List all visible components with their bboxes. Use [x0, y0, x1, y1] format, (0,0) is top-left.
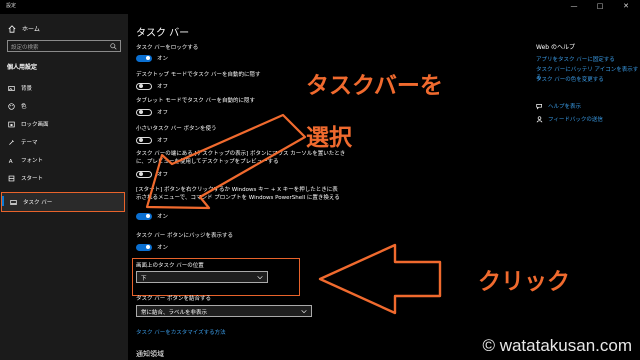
sidebar-item-label: テーマ	[21, 140, 38, 146]
toggle-switch[interactable]	[136, 136, 152, 144]
sidebar-item-font[interactable]: A フォント	[0, 152, 128, 168]
annotation-click: クリック	[478, 269, 570, 295]
toggle-state: オン	[157, 56, 169, 62]
palette-icon	[8, 102, 15, 110]
sidebar-item-lock-screen[interactable]: ロック画面	[0, 116, 128, 132]
sidebar-item-background[interactable]: 背景	[0, 80, 128, 96]
lock-screen-icon	[8, 121, 15, 127]
feedback-person-icon	[536, 115, 543, 122]
sidebar-item-taskbar[interactable]: タスク バー	[1, 192, 125, 212]
sidebar-item-theme[interactable]: テーマ	[0, 134, 128, 150]
toggle-state: オフ	[157, 84, 169, 90]
feedback-label: フィードバックの送信	[548, 117, 603, 123]
setting-label-line: [スタート] ボタンを右クリックするか Windows キー + X キーを押し…	[136, 187, 338, 193]
badges-toggle[interactable]: オン	[136, 243, 168, 251]
customize-link[interactable]: タスク バーをカスタマイズする方法	[136, 328, 226, 336]
sidebar-item-label: フォント	[21, 158, 44, 164]
page-title: タスク バー	[136, 28, 190, 39]
toggle-state: オフ	[157, 172, 169, 178]
toggle-switch[interactable]	[136, 82, 152, 90]
position-value: 下	[141, 276, 147, 282]
feedback-link[interactable]: フィードバックの送信	[536, 115, 603, 123]
sidebar: ホーム 設定の検索 個人用設定 背景 色 ロック画面 テーマ A フォント スタ…	[0, 14, 128, 360]
app-title: 設定	[6, 3, 17, 9]
toggle-switch[interactable]	[136, 108, 152, 116]
setting-label: [スタート] ボタンを右クリックするか Windows キー + X キーを押し…	[136, 186, 340, 202]
toggle-switch[interactable]	[136, 243, 152, 251]
toggle-state: オン	[157, 245, 169, 251]
setting-label: タスク バーをロックする	[136, 45, 199, 51]
help-link[interactable]: アプリをタスク バーに固定する	[536, 55, 615, 63]
toggle-state: オフ	[157, 138, 169, 144]
taskbar-icon	[10, 199, 17, 205]
toggle-switch[interactable]	[136, 170, 152, 178]
search-icon	[110, 43, 117, 50]
setting-label: タスク バー ボタンにバッジを表示する	[136, 233, 233, 239]
toggle-switch[interactable]	[136, 212, 152, 220]
help-link[interactable]: タスク バーの色を変更する	[536, 75, 604, 83]
home-label: ホーム	[22, 26, 40, 33]
setting-label-line: 示されるメニューで、コマンド プロンプトを Windows PowerShell…	[136, 195, 340, 201]
sidebar-item-label: スタート	[21, 176, 44, 182]
home-nav[interactable]: ホーム	[8, 24, 40, 33]
annotation-select: 選択	[306, 125, 352, 151]
watermark: © watatakusan.com	[482, 336, 632, 355]
peek-toggle[interactable]: オフ	[136, 170, 168, 178]
get-help-label: ヘルプを表示	[548, 104, 582, 110]
picture-icon	[8, 85, 15, 91]
setting-label: 小さいタスク バー ボタンを使う	[136, 126, 217, 132]
small-buttons-toggle[interactable]: オフ	[136, 136, 168, 144]
theme-brush-icon	[9, 139, 14, 145]
powershell-toggle[interactable]: オン	[136, 212, 168, 220]
search-input[interactable]: 設定の検索	[7, 40, 121, 52]
setting-label-line: に、プレビューを使用してデスクトップをプレビューする	[136, 159, 279, 165]
close-button[interactable]: ✕	[618, 1, 634, 11]
window-controls: — □ ✕	[566, 1, 634, 11]
maximize-button[interactable]: □	[592, 1, 608, 11]
autohide-desktop-toggle[interactable]: オフ	[136, 82, 168, 90]
notification-area-heading: 通知領域	[136, 350, 164, 358]
sidebar-item-label: 背景	[21, 86, 33, 92]
setting-label: タスク バーの端にある [デスクトップの表示] ボタンにマウス カーソルを置いた…	[136, 150, 345, 166]
combine-label: タスク バー ボタンを結合する	[136, 296, 211, 302]
position-dropdown[interactable]: 下	[136, 271, 268, 283]
setting-label: タブレット モードでタスク バーを自動的に隠す	[136, 98, 255, 104]
sidebar-item-label: タスク バー	[23, 200, 53, 206]
get-help-link[interactable]: ヘルプを表示	[536, 102, 581, 110]
home-icon	[8, 24, 16, 33]
lock-taskbar-toggle[interactable]: オン	[136, 54, 168, 62]
combine-dropdown[interactable]: 常に結合、ラベルを非表示	[136, 305, 312, 317]
sidebar-item-label: ロック画面	[21, 122, 49, 128]
search-placeholder: 設定の検索	[11, 45, 39, 51]
chevron-down-icon	[301, 310, 307, 314]
section-title: 個人用設定	[7, 64, 38, 71]
setting-label: デスクトップ モードでタスク バーを自動的に隠す	[136, 72, 261, 78]
toggle-switch[interactable]	[136, 54, 152, 62]
chat-help-icon	[536, 103, 542, 109]
start-icon	[8, 175, 15, 181]
combine-value: 常に結合、ラベルを非表示	[141, 310, 208, 316]
minimize-button[interactable]: —	[566, 1, 582, 11]
title-bar: 設定 — □ ✕	[0, 0, 640, 14]
toggle-state: オン	[157, 214, 169, 220]
chevron-down-icon	[257, 276, 263, 280]
autohide-tablet-toggle[interactable]: オフ	[136, 108, 168, 116]
position-label: 画面上のタスク バーの位置	[136, 263, 204, 269]
sidebar-item-color[interactable]: 色	[0, 98, 128, 114]
help-title: Web のヘルプ	[536, 44, 575, 51]
font-icon: A	[9, 158, 13, 163]
svg-text:A: A	[9, 158, 13, 163]
annotation-select-taskbar: タスクバーを	[306, 73, 443, 99]
sidebar-item-start[interactable]: スタート	[0, 170, 128, 186]
toggle-state: オフ	[157, 110, 169, 116]
sidebar-item-label: 色	[21, 104, 27, 110]
